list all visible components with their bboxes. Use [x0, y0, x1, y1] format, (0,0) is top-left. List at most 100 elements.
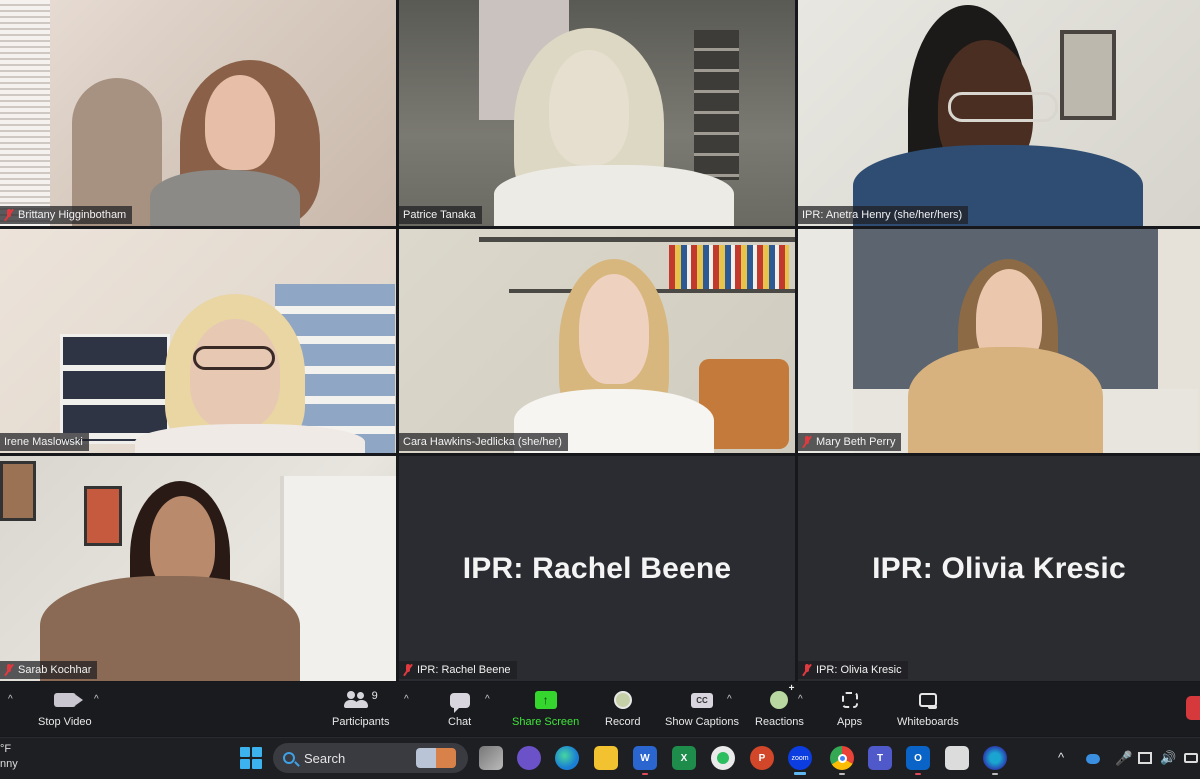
taskbar-search[interactable]: Search — [273, 743, 468, 773]
running-indicator — [839, 773, 845, 775]
bookshelf — [669, 245, 789, 290]
video-tile[interactable]: Mary Beth Perry — [798, 229, 1200, 453]
smiley-add-icon — [770, 683, 794, 709]
video-tile[interactable]: Patrice Tanaka — [399, 0, 795, 226]
chat-label: Chat — [448, 716, 472, 728]
edge-icon[interactable] — [555, 746, 579, 770]
participant-display-name: IPR: Olivia Kresic — [872, 551, 1126, 585]
microphone-icon[interactable]: 🎤 — [1115, 750, 1132, 767]
webex-icon[interactable] — [983, 746, 1007, 775]
reactions-options-caret[interactable]: ^ — [798, 694, 803, 705]
video-tile-active-speaker[interactable]: IPR: Anetra Henry (she/her/hers) — [798, 0, 1200, 226]
search-label: Search — [304, 750, 346, 766]
whiteboards-label: Whiteboards — [897, 716, 959, 728]
video-tile[interactable]: Irene Maslowski — [0, 229, 396, 453]
participant-name: IPR: Olivia Kresic — [816, 664, 902, 676]
video-camera-icon — [53, 693, 83, 707]
glasses — [193, 346, 275, 370]
video-tile[interactable]: Brittany Higginbotham — [0, 0, 396, 226]
apps-icon — [841, 692, 858, 708]
participant-nameplate: Brittany Higginbotham — [0, 206, 133, 224]
torso — [494, 165, 734, 226]
powerpoint-letter: P — [758, 752, 766, 764]
onedrive-icon[interactable] — [1086, 754, 1100, 764]
task-view-icon[interactable] — [479, 746, 503, 770]
record-button[interactable]: Record — [605, 688, 640, 728]
chrome-icon[interactable] — [830, 746, 854, 775]
network-icon[interactable] — [1138, 752, 1152, 764]
reactions-label: Reactions — [755, 716, 804, 728]
participant-nameplate: Patrice Tanaka — [399, 206, 482, 224]
teams-letter: T — [876, 752, 884, 764]
face — [190, 319, 280, 429]
zoom-meeting-screen: Brittany Higginbotham Patrice Tanaka IPR… — [0, 0, 1200, 779]
chat-options-caret[interactable]: ^ — [485, 694, 490, 705]
mic-muted-icon — [403, 664, 413, 676]
teams-icon[interactable]: T — [868, 746, 892, 770]
whiteboard-icon — [918, 693, 937, 709]
video-tile-no-video[interactable]: IPR: Olivia Kresic IPR: Olivia Kresic — [798, 456, 1200, 681]
participants-options-caret[interactable]: ^ — [404, 694, 409, 705]
zoom-logo-text: zoom — [791, 754, 809, 762]
file-explorer-icon[interactable] — [594, 746, 618, 770]
wall-frame — [1060, 30, 1116, 120]
share-arrow-icon: ↑ — [534, 691, 557, 709]
powerpoint-icon[interactable]: P — [750, 746, 774, 770]
outlook-icon[interactable]: O — [906, 746, 930, 775]
torso — [150, 170, 300, 226]
share-screen-button[interactable]: ↑ Share Screen — [512, 688, 579, 728]
whiteboards-button[interactable]: Whiteboards — [897, 688, 959, 728]
participants-icon — [343, 691, 368, 709]
excel-letter: X — [680, 752, 688, 764]
zoom-app-icon[interactable]: zoom — [788, 746, 812, 775]
active-app-indicator — [794, 772, 806, 775]
chat-bubble-icon — [449, 692, 470, 713]
chat-button[interactable]: Chat — [448, 688, 471, 728]
wall-art — [84, 486, 122, 546]
participants-button[interactable]: 9 Participants — [332, 688, 389, 728]
bookshelf — [60, 334, 170, 444]
stop-video-button[interactable]: Stop Video — [38, 688, 92, 728]
wall-art — [0, 461, 36, 521]
participant-nameplate: Cara Hawkins-Jedlicka (she/her) — [399, 433, 568, 451]
teams-chat-icon[interactable] — [517, 746, 541, 770]
volume-icon[interactable]: 🔊 — [1160, 750, 1176, 766]
captions-options-caret[interactable]: ^ — [727, 694, 732, 705]
participant-name: Brittany Higginbotham — [18, 209, 127, 221]
windows-start-icon[interactable] — [240, 747, 262, 769]
weather-widget[interactable]: °F nny — [0, 742, 18, 772]
excel-icon[interactable]: X — [672, 746, 696, 770]
participant-nameplate: IPR: Olivia Kresic — [798, 661, 908, 679]
running-indicator — [642, 773, 648, 775]
participants-label: Participants — [332, 716, 390, 728]
search-icon — [283, 752, 295, 764]
video-options-caret[interactable]: ^ — [94, 694, 99, 705]
participant-name: Cara Hawkins-Jedlicka (she/her) — [403, 436, 562, 448]
outlook-letter: O — [914, 752, 922, 764]
record-icon — [613, 691, 632, 709]
mic-muted-icon — [4, 209, 14, 221]
apps-button[interactable]: Apps — [837, 688, 862, 728]
snipping-tool-icon[interactable] — [945, 746, 969, 770]
participant-name: IPR: Anetra Henry (she/her/hers) — [802, 209, 963, 221]
video-tile[interactable]: Sarab Kochhar — [0, 456, 396, 681]
participants-count: 9 — [371, 690, 378, 702]
face — [205, 75, 275, 170]
share-screen-label: Share Screen — [512, 716, 580, 728]
audio-options-caret[interactable]: ^ — [8, 694, 13, 705]
shelf — [479, 237, 795, 242]
evernote-icon[interactable] — [711, 746, 735, 770]
participant-nameplate: Irene Maslowski — [0, 433, 89, 451]
show-hidden-icons-chevron[interactable]: ^ — [1058, 750, 1064, 765]
show-captions-label: Show Captions — [665, 716, 739, 728]
mic-muted-icon — [4, 664, 14, 676]
battery-icon[interactable] — [1184, 753, 1198, 763]
video-tile-no-video[interactable]: IPR: Rachel Beene IPR: Rachel Beene — [399, 456, 795, 681]
glasses — [948, 92, 1058, 122]
evernote-glyph — [717, 752, 729, 764]
video-tile[interactable]: Cara Hawkins-Jedlicka (she/her) — [399, 229, 795, 453]
word-icon[interactable]: W — [633, 746, 657, 775]
reactions-button[interactable]: Reactions — [755, 683, 804, 728]
mic-muted-icon — [802, 664, 812, 676]
leave-meeting-button[interactable] — [1186, 696, 1200, 720]
